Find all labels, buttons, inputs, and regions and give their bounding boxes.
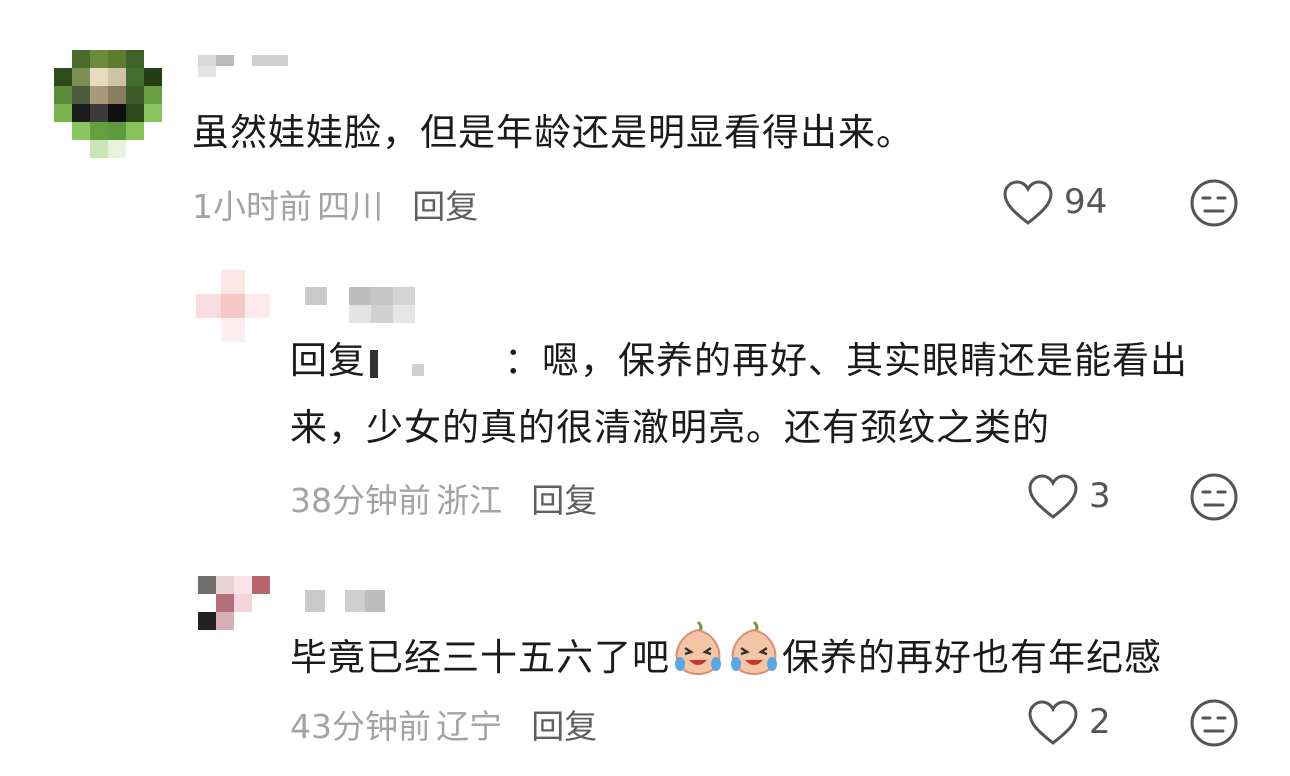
username[interactable] <box>305 590 405 612</box>
comment-meta: 43分钟前 辽宁 回复 <box>290 700 597 748</box>
dislike-button[interactable] <box>1189 698 1239 748</box>
heart-icon <box>1027 474 1079 520</box>
reply-text: ：嗯，保养的再好、其实眼睛还是能看出 <box>504 339 1188 382</box>
mentioned-username[interactable] <box>366 346 504 380</box>
comment-text-line-1: 回复 ：嗯，保养的再好、其实眼睛还是能看出 <box>290 326 1188 396</box>
avatar[interactable] <box>196 270 270 342</box>
dislike-face-icon <box>1189 178 1239 228</box>
comment-text: 虽然娃娃脸，但是年龄还是明显看得出来。 <box>192 111 914 154</box>
comment-text-part-1: 毕竟已经三十五六了吧 <box>290 636 670 679</box>
heart-icon <box>1027 700 1079 746</box>
like-count: 3 <box>1089 476 1111 516</box>
timestamp: 43分钟前 <box>290 707 431 746</box>
comment-text: 毕竟已经三十五六了吧 保养的再好也有年纪感 <box>290 620 1162 699</box>
comment-meta: 1小时前 四川 回复 <box>192 180 478 228</box>
location: 浙江 <box>436 481 503 520</box>
comment-text-line-2: 来，少女的真的很清澈明亮。还有颈纹之类的 <box>290 406 1050 449</box>
username[interactable] <box>305 287 415 323</box>
dislike-face-icon <box>1189 698 1239 748</box>
dislike-button[interactable] <box>1189 178 1239 228</box>
dislike-face-icon <box>1189 472 1239 522</box>
location: 四川 <box>317 187 384 226</box>
heart-icon <box>1002 180 1054 226</box>
reply-button[interactable]: 回复 <box>531 707 597 746</box>
avatar[interactable] <box>54 50 162 158</box>
username[interactable] <box>198 55 288 77</box>
timestamp: 1小时前 <box>192 187 312 226</box>
timestamp: 38分钟前 <box>290 481 431 520</box>
reply-button[interactable]: 回复 <box>412 187 478 226</box>
dislike-button[interactable] <box>1189 472 1239 522</box>
location: 辽宁 <box>436 707 503 746</box>
like-count: 94 <box>1064 182 1108 222</box>
like-count: 2 <box>1089 702 1111 742</box>
comment-meta: 38分钟前 浙江 回复 <box>290 474 597 522</box>
comment-text-part-2: 保养的再好也有年纪感 <box>782 636 1162 679</box>
crying-laughing-emoji <box>727 620 781 699</box>
reply-button[interactable]: 回复 <box>531 481 597 520</box>
crying-laughing-emoji <box>671 620 725 699</box>
avatar[interactable] <box>198 576 270 630</box>
reply-prefix: 回复 <box>290 339 366 382</box>
